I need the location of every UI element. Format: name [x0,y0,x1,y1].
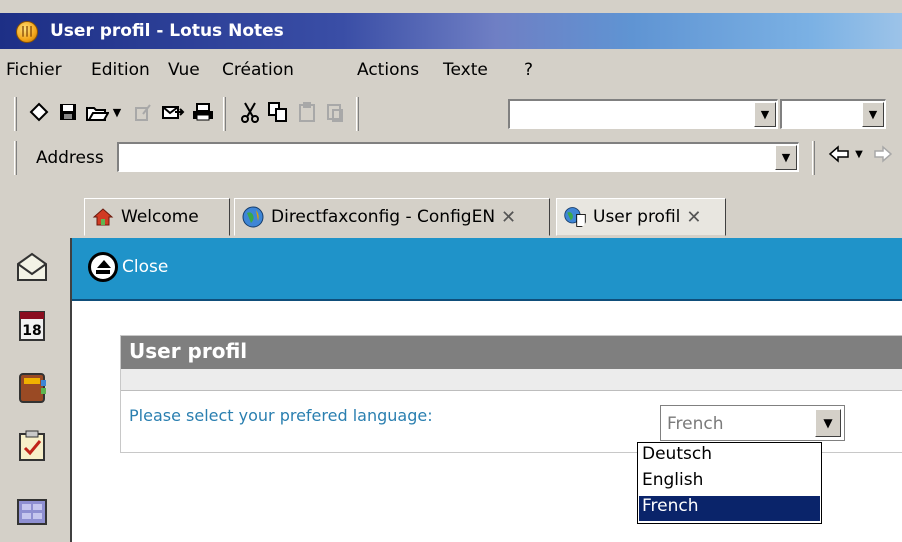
menu-edition[interactable]: Edition [91,60,150,80]
menu-creation[interactable]: Création [222,60,294,80]
language-select-value: French [667,414,724,434]
font-size-combo[interactable]: ▼ [780,99,886,129]
close-button[interactable]: Close [88,252,168,282]
tab-welcome[interactable]: Welcome [84,198,230,236]
edit-icon [130,99,156,125]
open-folder-icon[interactable] [84,99,110,125]
address-book-icon[interactable] [14,370,50,406]
paste-special-icon [322,99,348,125]
menu-fichier[interactable]: Fichier [6,60,62,80]
home-icon [92,208,114,226]
language-option-deutsch[interactable]: Deutsch [639,444,820,469]
database-icon[interactable] [14,492,50,528]
back-arrow-icon[interactable] [826,141,852,167]
tab-directfaxconfig[interactable]: Directfaxconfig - ConfigEN ✕ [234,198,550,236]
svg-text:18: 18 [22,323,41,339]
lotus-notes-window: User profil - Lotus Notes Fichier Editio… [0,0,902,542]
toolbar-grip[interactable] [14,97,17,131]
style-combo[interactable]: ▼ [508,99,778,129]
close-tab-icon[interactable]: ✕ [501,207,516,228]
globe-icon [242,206,264,228]
save-icon[interactable] [55,99,81,125]
chevron-down-icon[interactable]: ▼ [754,102,776,127]
address-grip-2[interactable] [812,141,815,175]
open-dropdown-icon[interactable]: ▼ [110,99,124,125]
action-bar: Close [72,238,902,301]
diamond-icon[interactable] [26,99,52,125]
window-title: User profil - Lotus Notes [50,21,284,41]
language-option-english[interactable]: English [639,470,820,495]
language-select[interactable]: French ▼ [660,405,845,441]
language-option-french[interactable]: French [639,496,820,521]
form-subheader [121,369,902,391]
address-label: Address [36,148,104,168]
close-tab-icon[interactable]: ✕ [686,207,701,228]
form-title: User profil [129,339,248,363]
tab-label: Directfaxconfig - ConfigEN [271,207,496,227]
toolbar: ▼ ▼ ▼ [0,93,902,133]
menu-bar: Fichier Edition Vue Création Actions Tex… [0,52,902,90]
back-dropdown-icon[interactable]: ▼ [852,141,866,167]
chevron-down-icon[interactable]: ▼ [815,409,841,437]
print-icon[interactable] [190,99,216,125]
menu-actions[interactable]: Actions [357,60,419,80]
address-grip[interactable] [14,141,17,175]
forward-arrow-icon [870,141,896,167]
todo-icon[interactable] [14,428,50,464]
tab-bar: Welcome Directfaxconfig - ConfigEN ✕ Use… [0,192,902,238]
close-icon [88,252,118,282]
paste-icon [294,99,320,125]
menu-help[interactable]: ? [524,60,533,80]
form-header: User profil [121,336,902,369]
address-bar: Address ▼ ▼ [0,137,902,177]
address-input[interactable]: ▼ [117,142,799,172]
menu-texte[interactable]: Texte [443,60,488,80]
chevron-down-icon[interactable]: ▼ [862,102,884,127]
language-prompt: Please select your prefered language: [129,406,433,425]
bookmark-sidebar: 18 [0,238,66,542]
globe-doc-icon [564,207,586,227]
scissors-icon[interactable] [237,99,263,125]
chevron-down-icon[interactable]: ▼ [775,145,797,170]
title-bar: User profil - Lotus Notes [0,13,902,49]
language-dropdown-list: Deutsch English French [637,442,822,524]
tab-label: User profil [593,207,681,227]
mail-icon[interactable] [14,250,50,286]
toolbar-grip[interactable] [223,97,226,131]
menu-vue[interactable]: Vue [168,60,200,80]
lotus-notes-icon [16,21,38,43]
copy-icon[interactable] [265,99,291,125]
forward-mail-icon[interactable] [160,99,186,125]
toolbar-grip[interactable] [356,97,359,131]
tab-user-profil[interactable]: User profil ✕ [556,198,726,236]
calendar-icon[interactable]: 18 [14,308,50,344]
close-button-label: Close [122,257,169,277]
tab-label: Welcome [121,207,199,227]
